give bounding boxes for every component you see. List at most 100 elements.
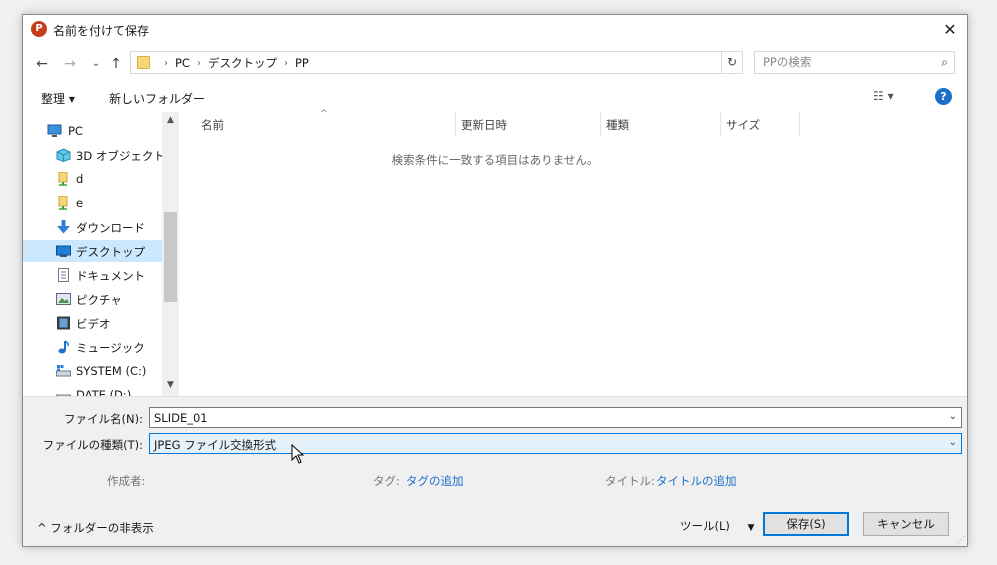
system-drive-icon <box>56 365 71 377</box>
help-icon[interactable]: ? <box>935 88 952 105</box>
tools-menu-button[interactable]: ツール(L) ▼ <box>680 518 754 534</box>
breadcrumb: › PC › デスクトップ › PP <box>157 55 309 71</box>
save-as-dialog: P 名前を付けて保存 ✕ ← → ⌄ ↑ › PC › デスクトップ › PP … <box>22 14 968 547</box>
sidebar-item-label: PC <box>68 124 83 138</box>
sidebar-item-d[interactable]: d <box>23 168 163 190</box>
sidebar-item-label: ドキュメント <box>76 269 145 283</box>
filename-field[interactable]: SLIDE_01 ⌄ <box>149 407 962 428</box>
hide-folders-label: フォルダーの非表示 <box>50 521 154 535</box>
sidebar-item-label: SYSTEM (C:) <box>76 364 147 378</box>
window-title: 名前を付けて保存 <box>53 24 150 38</box>
chevron-down-icon[interactable]: ⌄ <box>949 411 957 422</box>
scrollbar-thumb[interactable] <box>164 212 177 302</box>
sidebar-item-pictures[interactable]: ピクチャ <box>23 288 163 310</box>
column-divider[interactable] <box>799 112 800 136</box>
title-label: タイトル: <box>605 474 655 488</box>
breadcrumb-separator: › <box>196 57 201 69</box>
breadcrumb-separator: › <box>164 57 168 69</box>
search-icon[interactable]: ⌕ <box>941 55 948 70</box>
address-bar[interactable]: › PC › デスクトップ › PP ⌄ <box>130 51 743 74</box>
sidebar-item-data-d[interactable]: DATE (D:) <box>23 384 163 396</box>
save-button[interactable]: 保存(S) <box>763 512 849 536</box>
sidebar-item-e[interactable]: e <box>23 192 163 214</box>
data-drive-icon <box>56 394 71 396</box>
column-header-type[interactable]: 種類 <box>606 117 629 133</box>
sidebar-item-desktop[interactable]: デスクトップ <box>23 240 163 262</box>
scroll-down-icon[interactable]: ▼ <box>162 380 179 390</box>
breadcrumb-separator: › <box>283 57 288 69</box>
filename-value[interactable]: SLIDE_01 <box>154 411 208 425</box>
resize-grip-icon[interactable]: ⋰ <box>957 535 965 544</box>
music-icon <box>58 340 69 354</box>
organize-button[interactable]: 整理 ▾ <box>41 90 75 107</box>
search-input[interactable] <box>763 55 923 69</box>
sidebar-item-label: e <box>76 196 84 210</box>
document-icon <box>58 268 69 282</box>
navigation-scrollbar[interactable]: ▲ ▼ <box>162 112 179 396</box>
column-divider[interactable] <box>600 112 601 136</box>
view-options-icon[interactable]: ☷ ▾ <box>873 89 894 103</box>
sort-ascending-icon: ^ <box>320 109 328 119</box>
empty-message: 検索条件に一致する項目はありません。 <box>391 153 599 167</box>
sidebar-item-system-c[interactable]: SYSTEM (C:) <box>23 360 163 382</box>
dropdown-arrow-icon: ▼ <box>747 523 755 533</box>
up-button[interactable]: ↑ <box>107 55 125 73</box>
drive-icon <box>58 172 68 186</box>
column-divider[interactable] <box>455 112 456 136</box>
column-divider[interactable] <box>720 112 721 136</box>
sidebar-item-music[interactable]: ミュージック <box>23 336 163 358</box>
tags-label: タグ: <box>373 474 400 488</box>
folder-icon <box>137 56 150 69</box>
file-list: 名前 ^ 更新日時 種類 サイズ 検索条件に一致する項目はありません。 <box>180 109 967 396</box>
sidebar-item-label: ダウンロード <box>76 221 145 235</box>
column-header-modified[interactable]: 更新日時 <box>461 117 507 133</box>
chevron-up-icon: ^ <box>37 521 51 535</box>
cancel-button[interactable]: キャンセル <box>863 512 949 536</box>
search-box[interactable]: ⌕ <box>754 51 955 74</box>
video-icon <box>57 316 70 330</box>
add-tag-link[interactable]: タグの追加 <box>406 473 464 489</box>
back-button[interactable]: ← <box>33 55 51 73</box>
breadcrumb-pc[interactable]: PC <box>175 56 190 70</box>
breadcrumb-desktop[interactable]: デスクトップ <box>208 55 277 71</box>
pc-icon <box>47 124 62 137</box>
command-bar: 整理 ▾ 新しいフォルダー ☷ ▾ ? <box>23 85 967 111</box>
sidebar-item-downloads[interactable]: ダウンロード <box>23 216 163 238</box>
cube-icon <box>56 148 71 162</box>
title-bar: P 名前を付けて保存 ✕ <box>23 15 967 45</box>
new-folder-button[interactable]: 新しいフォルダー <box>109 90 205 107</box>
sidebar-item-label: ビデオ <box>76 317 111 331</box>
column-header-name[interactable]: 名前 <box>201 117 224 133</box>
recent-locations-button[interactable]: ⌄ <box>87 55 105 73</box>
hide-folders-button[interactable]: ^ フォルダーの非表示 <box>37 520 154 536</box>
picture-icon <box>56 293 71 305</box>
powerpoint-icon: P <box>31 21 47 37</box>
desktop-icon <box>56 245 71 257</box>
filename-label: ファイル名(N): <box>64 412 143 426</box>
author-label: 作成者: <box>107 474 146 488</box>
sidebar-item-label: DATE (D:) <box>76 388 132 396</box>
drive-icon <box>58 196 68 210</box>
navigation-pane: PC 3D オブジェクト d e ダウンロード デスクトップ ドキュメント ピク… <box>23 112 180 396</box>
add-title-link[interactable]: タイトルの追加 <box>656 473 737 489</box>
sidebar-item-documents[interactable]: ドキュメント <box>23 264 163 286</box>
refresh-button[interactable]: ↻ <box>721 51 743 74</box>
forward-button[interactable]: → <box>61 55 79 73</box>
sidebar-item-label: ミュージック <box>76 341 145 355</box>
filetype-label: ファイルの種類(T): <box>42 438 143 452</box>
save-options-panel: ファイル名(N): SLIDE_01 ⌄ ファイルの種類(T): JPEG ファ… <box>23 396 967 546</box>
breadcrumb-pp[interactable]: PP <box>295 56 309 70</box>
sidebar-item-videos[interactable]: ビデオ <box>23 312 163 334</box>
sidebar-item-label: デスクトップ <box>76 245 145 259</box>
mouse-cursor-icon <box>291 444 305 464</box>
filetype-value[interactable]: JPEG ファイル交換形式 <box>154 437 276 453</box>
scroll-up-icon[interactable]: ▲ <box>162 115 179 125</box>
sidebar-item-3d-objects[interactable]: 3D オブジェクト <box>23 144 165 166</box>
filetype-select[interactable]: JPEG ファイル交換形式 ⌄ <box>149 433 962 454</box>
chevron-down-icon[interactable]: ⌄ <box>949 437 957 448</box>
sidebar-item-pc[interactable]: PC <box>23 120 163 142</box>
tools-label: ツール(L) <box>680 519 730 533</box>
column-header-size[interactable]: サイズ <box>726 117 760 133</box>
close-button[interactable]: ✕ <box>939 19 961 41</box>
sidebar-item-label: ピクチャ <box>76 293 122 307</box>
